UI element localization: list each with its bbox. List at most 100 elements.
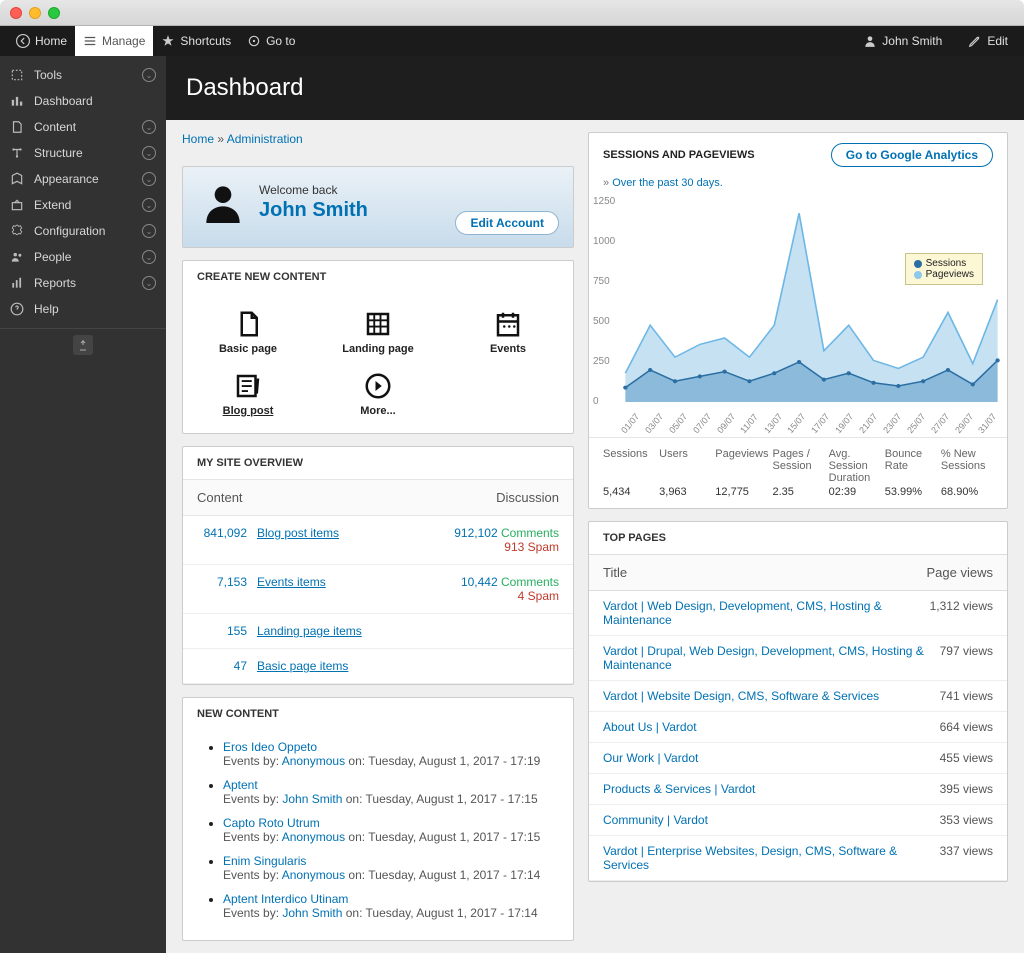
create-item-label: Blog post	[223, 405, 274, 417]
back-home-button[interactable]: Home	[8, 26, 75, 56]
new-content-link[interactable]: Aptent Interdico Utinam	[223, 892, 348, 906]
top-page-link[interactable]: Community | Vardot	[603, 813, 708, 827]
analytics-card: SESSIONS AND PAGEVIEWS Go to Google Anal…	[588, 132, 1008, 509]
hamburger-icon	[83, 34, 97, 48]
window-titlebar	[0, 0, 1024, 26]
top-page-link[interactable]: Products & Services | Vardot	[603, 782, 755, 796]
edit-mode-toggle[interactable]: Edit	[960, 34, 1016, 48]
top-page-link[interactable]: Our Work | Vardot	[603, 751, 698, 765]
stat-cell: Pageviews12,775	[715, 448, 768, 498]
breadcrumb-current[interactable]: Administration	[227, 132, 303, 146]
sidebar-item-label: Configuration	[34, 224, 105, 238]
sidebar-item-extend[interactable]: Extend ⌄	[0, 192, 166, 218]
top-page-link[interactable]: About Us | Vardot	[603, 720, 697, 734]
stat-cell: Bounce Rate53.99%	[885, 448, 937, 498]
create-basic-page[interactable]: Basic page	[183, 301, 313, 363]
overview-count: 155	[197, 624, 257, 638]
sidebar-item-tools[interactable]: Tools ⌄	[0, 62, 166, 88]
top-page-views: 455 views	[940, 751, 993, 765]
sidebar-item-dashboard[interactable]: Dashboard	[0, 88, 166, 114]
chevron-down-icon: ⌄	[142, 198, 156, 212]
sidebar-item-label: Dashboard	[34, 94, 93, 108]
overview-col-discussion: Discussion	[496, 490, 559, 505]
sidebar-item-label: People	[34, 250, 71, 264]
close-window-button[interactable]	[10, 7, 22, 19]
top-page-link[interactable]: Vardot | Website Design, CMS, Software &…	[603, 689, 879, 703]
author-link[interactable]: John Smith	[282, 792, 342, 806]
sidebar-item-configuration[interactable]: Configuration ⌄	[0, 218, 166, 244]
new-content-item: Capto Roto Utrum Events by: Anonymous on…	[223, 816, 551, 844]
overview-count: 7,153	[197, 575, 257, 603]
author-link[interactable]: Anonymous	[282, 830, 345, 844]
overview-type-link[interactable]: Landing page items	[257, 624, 559, 638]
sidebar-item-label: Help	[34, 302, 59, 316]
pencil-icon	[968, 34, 982, 48]
top-page-link[interactable]: Vardot | Enterprise Websites, Design, CM…	[603, 844, 940, 872]
new-content-link[interactable]: Enim Singularis	[223, 854, 306, 868]
sidebar-item-help[interactable]: Help	[0, 296, 166, 322]
chevron-down-icon: ⌄	[142, 146, 156, 160]
sidebar-item-label: Reports	[34, 276, 76, 290]
chevron-down-icon: ⌄	[142, 120, 156, 134]
author-link[interactable]: John Smith	[282, 906, 342, 920]
toppages-heading: TOP PAGES	[589, 522, 1007, 554]
sidebar-item-appearance[interactable]: Appearance ⌄	[0, 166, 166, 192]
admin-sidebar: Tools ⌄ Dashboard Content ⌄ Structure ⌄ …	[0, 56, 166, 953]
author-link[interactable]: Anonymous	[282, 868, 345, 882]
breadcrumb-home[interactable]: Home	[182, 132, 214, 146]
chart-svg	[593, 197, 1003, 407]
shortcuts-tab[interactable]: Shortcuts	[153, 26, 239, 56]
top-page-row: Vardot | Drupal, Web Design, Development…	[589, 636, 1007, 681]
sidebar-collapse-toggle[interactable]	[73, 335, 93, 355]
sidebar-item-label: Tools	[34, 68, 62, 82]
create-item-label: Landing page	[342, 343, 414, 355]
minimize-window-button[interactable]	[29, 7, 41, 19]
new-content-link[interactable]: Aptent	[223, 778, 258, 792]
goto-label: Go to	[266, 34, 295, 48]
create-item-label: More...	[360, 405, 395, 417]
sidebar-icon	[10, 120, 24, 134]
create-content-card: CREATE NEW CONTENT Basic page Landing pa…	[182, 260, 574, 434]
target-icon	[247, 34, 261, 48]
sidebar-item-people[interactable]: People ⌄	[0, 244, 166, 270]
user-avatar-icon	[203, 183, 243, 223]
create-heading: CREATE NEW CONTENT	[183, 261, 573, 293]
overview-count: 47	[197, 659, 257, 673]
user-menu[interactable]: John Smith	[855, 34, 950, 48]
edit-account-button[interactable]: Edit Account	[455, 211, 559, 235]
overview-type-link[interactable]: Basic page items	[257, 659, 559, 673]
new-content-item: Enim Singularis Events by: Anonymous on:…	[223, 854, 551, 882]
create-events[interactable]: Events	[443, 301, 573, 363]
new-content-link[interactable]: Capto Roto Utrum	[223, 816, 320, 830]
overview-type-link[interactable]: Blog post items	[257, 526, 454, 554]
sidebar-item-content[interactable]: Content ⌄	[0, 114, 166, 140]
overview-type-link[interactable]: Events items	[257, 575, 461, 603]
new-content-link[interactable]: Eros Ideo Oppeto	[223, 740, 317, 754]
go-to-analytics-button[interactable]: Go to Google Analytics	[831, 143, 993, 167]
user-name: John Smith	[882, 34, 942, 48]
sidebar-item-reports[interactable]: Reports ⌄	[0, 270, 166, 296]
sidebar-item-structure[interactable]: Structure ⌄	[0, 140, 166, 166]
sidebar-icon	[10, 224, 24, 238]
goto-tab[interactable]: Go to	[239, 26, 303, 56]
zoom-window-button[interactable]	[48, 7, 60, 19]
sidebar-item-label: Extend	[34, 198, 71, 212]
create-blog-post[interactable]: Blog post	[183, 363, 313, 425]
analytics-subtext: » Over the past 30 days.	[589, 177, 1007, 189]
author-link[interactable]: Anonymous	[282, 754, 345, 768]
toppages-col-title: Title	[603, 565, 627, 580]
top-page-link[interactable]: Vardot | Web Design, Development, CMS, H…	[603, 599, 930, 627]
content-type-icon	[233, 371, 263, 401]
welcome-card: Welcome back John Smith Edit Account	[182, 166, 574, 248]
top-page-row: Community | Vardot 353 views	[589, 805, 1007, 836]
create-landing-page[interactable]: Landing page	[313, 301, 443, 363]
analytics-heading: SESSIONS AND PAGEVIEWS	[603, 149, 755, 161]
top-page-row: Products & Services | Vardot 395 views	[589, 774, 1007, 805]
content-type-icon	[233, 309, 263, 339]
create-more-[interactable]: More...	[313, 363, 443, 425]
pin-icon	[77, 339, 89, 351]
top-page-link[interactable]: Vardot | Drupal, Web Design, Development…	[603, 644, 940, 672]
manage-label: Manage	[102, 34, 145, 48]
manage-tab[interactable]: Manage	[75, 26, 153, 56]
stat-cell: Sessions5,434	[603, 448, 655, 498]
